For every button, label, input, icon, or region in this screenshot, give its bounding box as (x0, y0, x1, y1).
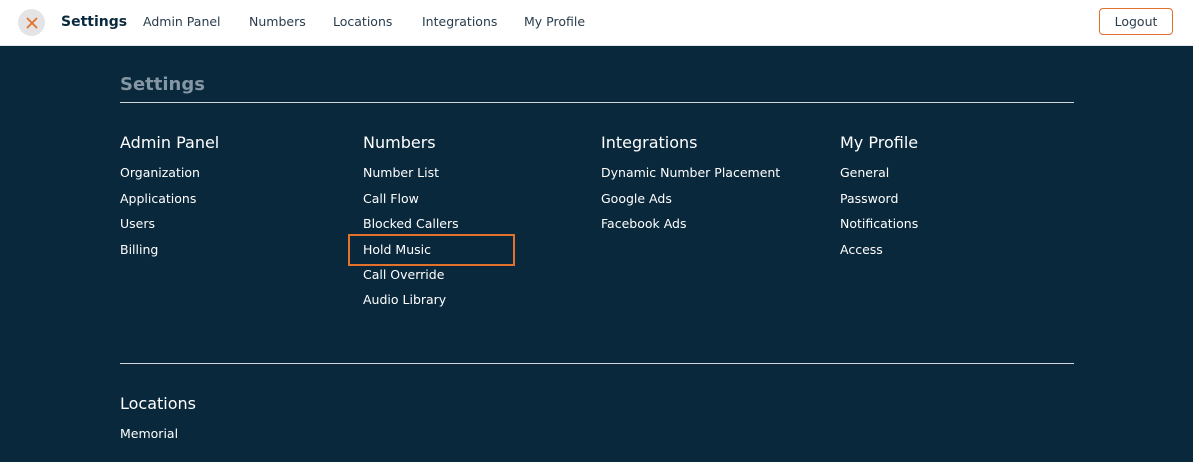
section-title-numbers: Numbers (363, 133, 436, 152)
link-facebook-ads[interactable]: Facebook Ads (601, 215, 687, 233)
link-hold-music[interactable]: Hold Music (363, 241, 431, 259)
nav-integrations[interactable]: Integrations (422, 12, 497, 32)
top-navigation-bar: Settings Admin Panel Numbers Locations I… (0, 0, 1193, 46)
link-call-flow[interactable]: Call Flow (363, 190, 419, 208)
link-general[interactable]: General (840, 164, 889, 182)
section-title-admin-panel: Admin Panel (120, 133, 220, 152)
link-memorial[interactable]: Memorial (120, 425, 178, 443)
close-icon (26, 17, 37, 28)
link-google-ads[interactable]: Google Ads (601, 190, 672, 208)
settings-menu-panel: Settings Admin Panel Organization Applic… (0, 46, 1193, 462)
nav-my-profile[interactable]: My Profile (524, 12, 585, 32)
close-button[interactable] (18, 9, 45, 36)
nav-numbers[interactable]: Numbers (249, 12, 306, 32)
link-number-list[interactable]: Number List (363, 164, 439, 182)
settings-title: Settings (61, 14, 128, 30)
link-billing[interactable]: Billing (120, 241, 158, 259)
nav-admin-panel[interactable]: Admin Panel (143, 12, 221, 32)
link-call-override[interactable]: Call Override (363, 266, 444, 284)
page-title: Settings (120, 74, 205, 95)
section-title-my-profile: My Profile (840, 133, 919, 152)
section-title-integrations: Integrations (601, 133, 698, 152)
link-users[interactable]: Users (120, 215, 155, 233)
section-title-locations: Locations (120, 394, 197, 413)
link-organization[interactable]: Organization (120, 164, 200, 182)
link-blocked-callers[interactable]: Blocked Callers (363, 215, 459, 233)
divider (120, 102, 1074, 103)
nav-locations[interactable]: Locations (333, 12, 392, 32)
link-applications[interactable]: Applications (120, 190, 196, 208)
link-password[interactable]: Password (840, 190, 898, 208)
link-access[interactable]: Access (840, 241, 883, 259)
link-dynamic-number-placement[interactable]: Dynamic Number Placement (601, 164, 780, 182)
logout-button[interactable]: Logout (1099, 8, 1173, 35)
divider (120, 363, 1074, 364)
link-notifications[interactable]: Notifications (840, 215, 918, 233)
link-audio-library[interactable]: Audio Library (363, 291, 446, 309)
